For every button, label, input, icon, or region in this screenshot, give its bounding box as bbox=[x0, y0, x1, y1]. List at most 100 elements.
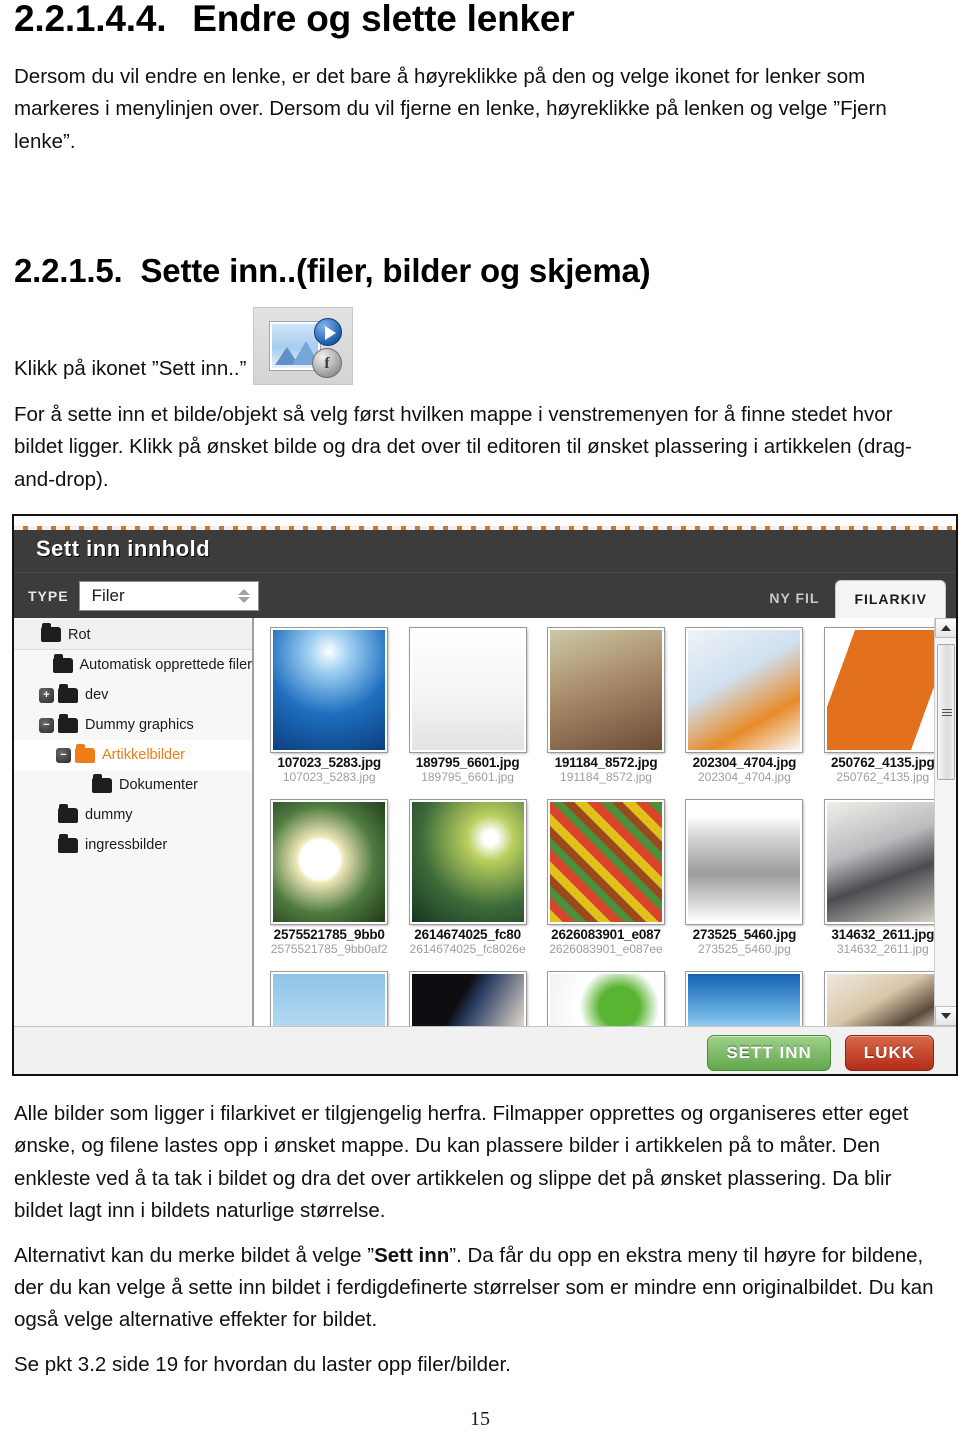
tree-item-automatisk-opprettede-filer[interactable]: Automatisk opprettede filer bbox=[14, 650, 252, 680]
file-grid-item[interactable]: 202304_4704.jpg 202304_4704.jpg bbox=[677, 627, 811, 784]
document-page: 2.2.1.4.4. Endre og slette lenker Dersom … bbox=[0, 0, 960, 1455]
file-grid-area: 107023_5283.jpg 107023_5283.jpg 189795_660… bbox=[254, 618, 956, 1027]
tree-item-dokumenter[interactable]: Dokumenter bbox=[14, 770, 252, 800]
file-name-secondary: 107023_5283.jpg bbox=[282, 770, 376, 785]
section-1-paragraph: Dersom du vil endre en lenke, er det bar… bbox=[14, 64, 887, 153]
file-grid-scrollbar[interactable] bbox=[934, 618, 956, 1027]
scrollbar-thumb[interactable] bbox=[937, 644, 955, 781]
file-name-secondary: 2575521785_9bb0af2 bbox=[270, 942, 388, 957]
collapse-icon[interactable]: − bbox=[56, 747, 71, 763]
file-grid-item[interactable] bbox=[262, 971, 396, 1027]
scroll-up-arrow-icon[interactable] bbox=[935, 618, 956, 639]
para2-bold: Sett inn bbox=[374, 1243, 450, 1267]
tree-item-dummy-graphics[interactable]: − Dummy graphics bbox=[14, 710, 252, 740]
file-grid-item[interactable]: 273525_5460.jpg 273525_5460.jpg bbox=[677, 799, 811, 957]
file-grid-item[interactable]: 2614674025_fc80 2614674025_fc8026e bbox=[400, 799, 534, 957]
after-screenshot-paragraph-1: Alle bilder som ligger i filarkivet er t… bbox=[14, 1102, 909, 1223]
file-grid-item[interactable]: 314632_2611.jpg 314632_2611.jpg bbox=[816, 799, 950, 957]
file-grid-item[interactable]: 189795_6601.jpg 189795_6601.jpg bbox=[400, 627, 534, 785]
file-grid-item[interactable]: 2626083901_e087 2626083901_e087ee bbox=[539, 799, 673, 957]
file-grid-item[interactable]: 250762_4135.jpg 250762_4135.jpg bbox=[816, 627, 950, 785]
file-thumbnail-green-leaf[interactable] bbox=[546, 971, 665, 1027]
file-grid-item[interactable] bbox=[400, 971, 534, 1027]
dialog-title: Sett inn innhold bbox=[36, 536, 211, 562]
file-name-secondary: 250762_4135.jpg bbox=[836, 770, 930, 785]
tree-item-dummy[interactable]: dummy bbox=[14, 800, 252, 830]
file-name-secondary: 2626083901_e087ee bbox=[549, 942, 663, 957]
file-thumbnail-rolled-newspaper[interactable] bbox=[685, 799, 804, 926]
folder-icon bbox=[58, 833, 78, 853]
file-name-secondary: 2614674025_fc8026e bbox=[409, 942, 526, 957]
tab-file-archive[interactable]: FILARKIV bbox=[835, 580, 946, 619]
tree-item-artikkelbilder[interactable]: − Artikkelbilder bbox=[14, 740, 252, 771]
file-thumbnail-blue-sky-person[interactable] bbox=[270, 971, 389, 1027]
file-thumbnail-headset-woman[interactable] bbox=[823, 971, 942, 1027]
section-heading-2: 2.2.1.5. Sette inn..(filer, bilder og skj… bbox=[14, 251, 946, 289]
tree-item-label: Dummy graphics bbox=[85, 717, 194, 734]
tree-item-label: Artikkelbilder bbox=[102, 747, 185, 764]
tree-item-ingressbilder[interactable]: ingressbilder bbox=[14, 830, 252, 860]
type-label: TYPE bbox=[28, 587, 69, 604]
file-grid-item[interactable] bbox=[539, 971, 673, 1027]
section-title-1: Endre og slette lenker bbox=[192, 0, 575, 39]
file-name-secondary: 273525_5460.jpg bbox=[698, 942, 791, 957]
tree-item-label: Dokumenter bbox=[119, 777, 198, 794]
file-name: 189795_6601.jpg bbox=[415, 755, 520, 771]
spinner-icon[interactable] bbox=[237, 588, 250, 603]
folder-icon bbox=[75, 743, 95, 763]
file-grid-item[interactable] bbox=[816, 971, 950, 1027]
folder-tree: Rot Automatisk opprettede filer + dev − Dummy… bbox=[14, 618, 254, 1027]
scroll-down-arrow-icon[interactable] bbox=[935, 1006, 956, 1027]
file-grid-item[interactable] bbox=[677, 971, 811, 1027]
close-button[interactable]: LUKK bbox=[844, 1034, 934, 1071]
insert-content-toolbar-icon: f bbox=[253, 307, 353, 385]
file-thumbnail-computer-desks[interactable] bbox=[823, 799, 942, 926]
screenshot-top-strip bbox=[14, 516, 956, 531]
section-heading-1: 2.2.1.4.4. Endre og slette lenker bbox=[14, 0, 946, 39]
file-thumbnail-handshake[interactable] bbox=[546, 627, 665, 754]
insert-button[interactable]: SETT INN bbox=[707, 1034, 831, 1071]
file-name-secondary: 189795_6601.jpg bbox=[421, 770, 514, 785]
file-name-secondary: 314632_2611.jpg bbox=[836, 942, 929, 957]
folder-icon bbox=[52, 653, 73, 673]
folder-icon bbox=[58, 713, 78, 733]
type-select[interactable]: Filer bbox=[78, 580, 259, 611]
folder-icon bbox=[58, 683, 78, 703]
file-grid-item[interactable]: 2575521785_9bb0 2575521785_9bb0af2 bbox=[262, 799, 396, 957]
play-media-icon bbox=[314, 318, 342, 346]
folder-icon bbox=[58, 803, 78, 823]
file-grid-item[interactable]: 107023_5283.jpg 107023_5283.jpg bbox=[262, 627, 396, 785]
file-thumbnail-man-in-suit[interactable] bbox=[408, 971, 527, 1027]
file-thumbnail-browser-logos[interactable] bbox=[685, 627, 804, 754]
section-number-2: 2.2.1.5. bbox=[14, 251, 123, 289]
file-thumbnail-water-glass[interactable] bbox=[408, 627, 527, 754]
tree-item-dev[interactable]: + dev bbox=[14, 680, 252, 710]
after-screenshot-paragraph-2: Alternativt kan du merke bildet å velge … bbox=[14, 1240, 946, 1337]
expand-icon[interactable]: + bbox=[39, 687, 54, 703]
dialog-tabs: NY FIL FILARKIV bbox=[753, 580, 946, 619]
collapse-icon[interactable]: − bbox=[39, 717, 54, 733]
file-thumbnail-orange-paper-bag[interactable] bbox=[823, 627, 942, 754]
dialog-body: Rot Automatisk opprettede filer + dev − Dummy… bbox=[14, 618, 956, 1027]
file-name-secondary: 191184_8572.jpg bbox=[560, 770, 652, 785]
file-thumbnail-candy-beans[interactable] bbox=[546, 799, 665, 926]
type-select-value: Filer bbox=[91, 585, 125, 605]
file-thumbnail-sunbeams-clouds[interactable] bbox=[270, 627, 389, 754]
file-thumbnail-arms-raised-sky[interactable] bbox=[685, 971, 804, 1027]
dialog-title-bar: Sett inn innhold bbox=[14, 526, 956, 573]
folder-icon bbox=[41, 623, 61, 643]
file-thumbnail-grass-sunstar[interactable] bbox=[408, 799, 527, 926]
tree-item-label: dummy bbox=[85, 807, 133, 824]
tab-new-file[interactable]: NY FIL bbox=[753, 581, 835, 618]
file-name: 107023_5283.jpg bbox=[277, 755, 381, 771]
file-thumbnail-white-flower[interactable] bbox=[270, 799, 389, 926]
tree-item-rot[interactable]: Rot bbox=[14, 620, 252, 651]
file-grid-item[interactable]: 191184_8572.jpg 191184_8572.jpg bbox=[539, 627, 673, 785]
file-name: 314632_2611.jpg bbox=[831, 927, 935, 943]
